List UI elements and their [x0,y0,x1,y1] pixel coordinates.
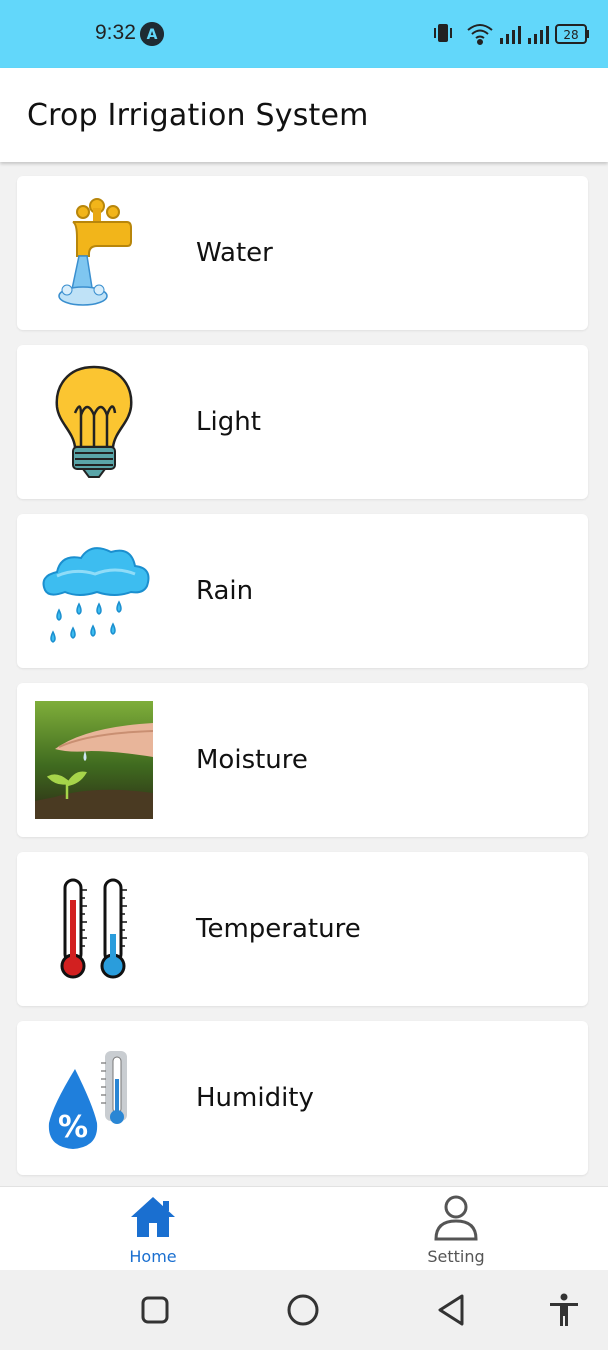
card-water[interactable]: Water [17,176,588,330]
status-icons: 28 [434,24,589,45]
card-label: Light [196,407,261,437]
status-time: 9:32 [95,21,136,44]
notification-letter: A [147,27,158,43]
nav-home[interactable]: Home [93,1187,213,1271]
battery-level: 28 [563,28,578,42]
card-humidity[interactable]: % Humidity [17,1021,588,1175]
signal-icon-1 [500,26,521,44]
app-bar: Crop Irrigation System [0,68,608,162]
card-label: Moisture [196,745,308,775]
recents-button-icon[interactable] [137,1292,173,1328]
person-icon [434,1195,478,1241]
card-light[interactable]: Light [17,345,588,499]
vibrate-icon [434,24,452,42]
system-nav-bar [0,1270,608,1350]
battery-icon: 28 [555,24,589,44]
card-temperature[interactable]: Temperature [17,852,588,1006]
accessibility-icon[interactable] [546,1292,582,1328]
card-rain[interactable]: Rain [17,514,588,668]
rain-cloud-icon [42,547,150,643]
wifi-icon [467,24,493,45]
nav-home-label: Home [129,1247,177,1266]
svg-text:%: % [58,1110,88,1145]
card-label: Rain [196,576,254,606]
sensor-list[interactable]: Water Light Rain Moisture Temperature % … [0,162,608,1186]
nav-setting-label: Setting [427,1247,485,1266]
back-button-icon[interactable] [434,1292,470,1328]
faucet-icon [58,198,132,306]
signal-icon-2 [528,26,549,44]
status-bar: 9:32 A 28 [0,0,608,68]
moisture-photo [35,701,153,819]
thermometer-icon [60,878,127,979]
notification-icon: A [140,22,164,46]
bottom-nav: Home Setting [0,1186,608,1270]
page-title: Crop Irrigation System [27,98,369,133]
card-label: Water [196,238,273,268]
card-moisture[interactable]: Moisture [17,683,588,837]
humidity-icon: % [48,1051,127,1149]
home-button-icon[interactable] [285,1292,321,1328]
nav-setting[interactable]: Setting [396,1187,516,1271]
card-label: Humidity [196,1083,314,1113]
home-icon [131,1197,175,1237]
card-label: Temperature [196,914,361,944]
light-bulb-icon [55,365,133,478]
